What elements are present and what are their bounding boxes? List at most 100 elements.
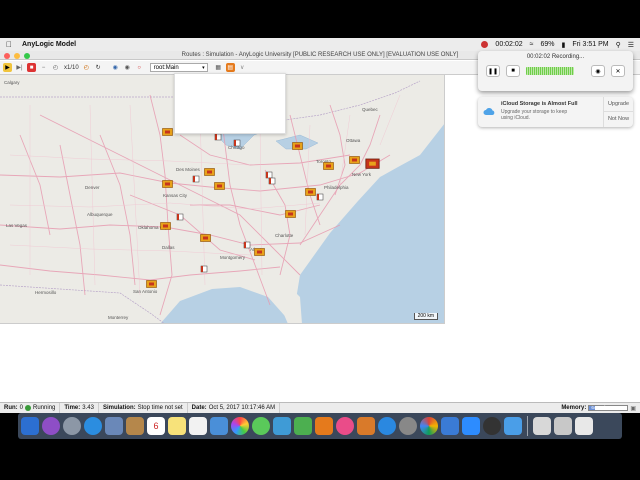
finder-icon[interactable] [21,417,39,435]
recording-dot-icon[interactable] [481,41,489,48]
facetime-icon[interactable] [273,417,291,435]
truck-icon[interactable] [214,133,222,141]
warehouse-marker[interactable] [162,127,173,136]
close-window-button[interactable] [4,53,10,59]
status-menus: 00:02:02 ≈ 69% ▮ Fri 3:51 PM ⚲ ☰ [481,41,640,49]
audio-level-meter [526,67,574,75]
speed-value: x1/10 [64,64,79,71]
city-label-denver: Denver [85,185,100,190]
truck-icon[interactable] [200,265,208,273]
battery-icon[interactable]: ▮ [562,41,566,49]
slow-down-icon[interactable]: − [39,63,48,72]
wifi-icon[interactable]: ≈ [530,41,534,48]
document-stack-icon[interactable] [533,417,551,435]
city-label-hermosillo: Hermosillo [35,290,57,295]
chrome-icon[interactable] [420,417,438,435]
warehouse-marker[interactable] [204,167,215,176]
step-icon[interactable]: ▶| [15,63,24,72]
navigate-icon[interactable]: ◉ [111,63,120,72]
photos-icon[interactable] [231,417,249,435]
speed-up-icon[interactable]: ◴ [82,63,91,72]
not-now-button[interactable]: Not Now [604,112,633,127]
zoom-icon[interactable] [462,417,480,435]
city-label-montgomery: Montgomery [220,255,246,260]
city-label-quebec: Quebec [362,107,378,112]
safari-icon[interactable] [84,417,102,435]
webcam-icon[interactable]: ◉ [591,65,605,77]
warehouse-marker[interactable] [349,155,360,164]
warehouse-marker[interactable] [323,161,334,170]
apple-menu-icon[interactable]:  [0,40,18,49]
truck-icon[interactable] [176,213,184,221]
warehouse-marker[interactable] [285,209,296,218]
numbers-icon[interactable] [294,417,312,435]
more-icon[interactable]: ∨ [238,63,247,72]
warehouse-marker[interactable] [254,247,265,256]
keynote-icon[interactable] [315,417,333,435]
notification-center-icon[interactable]: ☰ [628,41,634,49]
ibooks-icon[interactable] [357,417,375,435]
notes-icon[interactable] [168,417,186,435]
mail-icon[interactable] [105,417,123,435]
warehouse-marker[interactable] [305,187,316,196]
anylogic-icon[interactable] [441,417,459,435]
camera-icon[interactable]: ◉ [123,63,132,72]
gc-icon[interactable]: ▣ [630,405,636,412]
speed-mode-icon[interactable]: ◴ [51,63,60,72]
messages-icon[interactable] [252,417,270,435]
recording-time[interactable]: 00:02:02 [495,41,522,48]
dropdown-popup[interactable] [174,73,286,134]
app-menu-name[interactable]: AnyLogic Model [22,41,76,48]
quicktime-icon[interactable] [483,417,501,435]
run-icon[interactable]: ▶ [3,63,12,72]
dock: 6 [18,413,622,439]
app-store-icon[interactable] [378,417,396,435]
truck-icon[interactable] [316,193,324,201]
memory-bar: 64M of 455M [588,405,629,411]
truck-icon[interactable] [268,177,276,185]
city-label-albuquerque: Albuquerque [87,212,113,217]
pause-recording-button[interactable]: ❚❚ [486,65,500,77]
city-label-kansascity: Kansas City [163,193,188,198]
menu-clock[interactable]: Fri 3:51 PM [572,41,608,48]
close-recorder-button[interactable]: ✕ [611,65,625,77]
run-value: 0 [19,405,24,411]
downloads-stack-icon[interactable] [554,417,572,435]
system-preferences-icon[interactable] [399,417,417,435]
presentation-icon[interactable]: ▦ [214,63,223,72]
truck-icon[interactable] [243,241,251,249]
distribution-center-marker[interactable] [365,157,380,169]
truck-icon[interactable] [233,139,241,147]
date-value: Oct 5, 2017 10:17:46 AM [208,405,276,411]
calendar-icon[interactable]: 6 [147,417,165,435]
spotlight-search-icon[interactable]: ⚲ [616,41,621,49]
minimize-window-button[interactable] [14,53,20,59]
maps-icon[interactable] [210,417,228,435]
upgrade-button[interactable]: Upgrade [604,97,633,112]
stop-recording-button[interactable]: ■ [506,65,520,77]
itunes-icon[interactable] [336,417,354,435]
virtual-time-icon[interactable]: ↻ [94,63,103,72]
contacts-icon[interactable] [126,417,144,435]
city-label-charlotte: Charlotte [275,233,294,238]
warehouse-marker[interactable] [162,179,173,188]
warehouse-marker[interactable] [146,279,157,288]
truck-icon[interactable] [192,175,200,183]
status-bar: Run: 0 Running Time: 3.43 Simulation: St… [0,402,640,413]
stop-icon[interactable]: ■ [27,63,36,72]
agent-select-dropdown[interactable]: root:Main ▾ [149,63,208,72]
reminders-icon[interactable] [189,417,207,435]
xcode-icon[interactable] [504,417,522,435]
warehouse-marker[interactable] [200,233,211,242]
trash-icon[interactable] [575,417,593,435]
developer-panel-icon[interactable]: ▤ [225,63,235,72]
battery-percent[interactable]: 69% [541,41,555,48]
cursor-icon[interactable]: ○ [135,63,144,72]
warehouse-marker[interactable] [214,181,225,190]
zoom-window-button[interactable] [24,53,30,59]
notification-body: Upgrade your storage to keep using iClou… [501,109,568,121]
siri-icon[interactable] [42,417,60,435]
warehouse-marker[interactable] [160,221,171,230]
launchpad-icon[interactable] [63,417,81,435]
warehouse-marker[interactable] [292,141,303,150]
